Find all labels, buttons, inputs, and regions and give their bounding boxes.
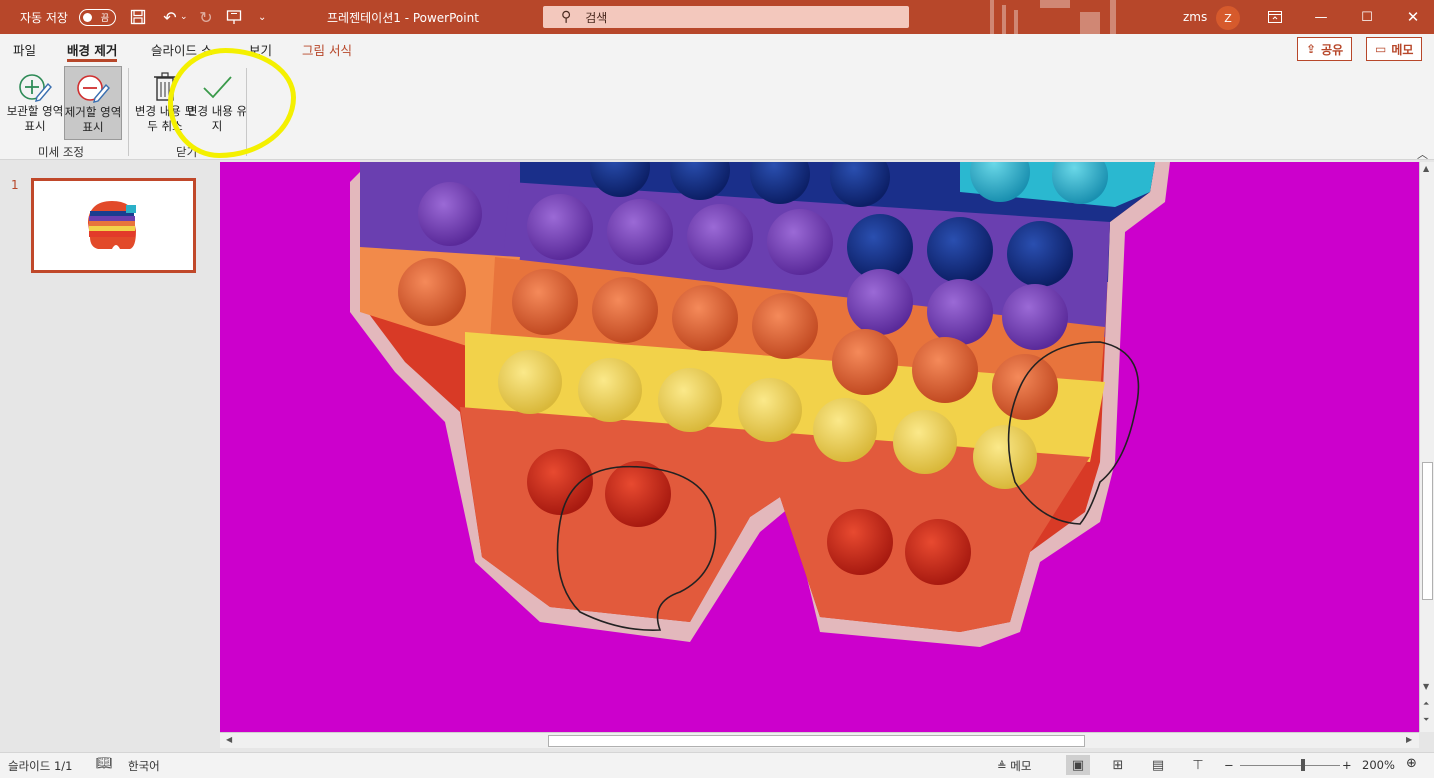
close-icon[interactable]: ✕ — [1390, 0, 1434, 34]
avatar[interactable]: Z — [1216, 6, 1240, 30]
horizontal-scrollbar[interactable]: ◀ ▶ — [220, 732, 1419, 748]
slide-canvas[interactable] — [220, 162, 1419, 732]
scroll-right-icon[interactable]: ▶ — [1406, 735, 1412, 744]
search-placeholder: 검색 — [585, 10, 608, 25]
collapse-ribbon-icon[interactable]: ︿ — [1417, 146, 1428, 162]
notes-icon: ≜ — [997, 759, 1007, 773]
customize-icon[interactable]: ⌄ — [258, 0, 266, 34]
mark-keep-icon — [19, 74, 52, 102]
zoom-slider[interactable] — [1240, 765, 1340, 766]
document-title: 프레젠테이션1 - PowerPoint — [327, 10, 479, 25]
autosave-toggle[interactable]: 끔 — [79, 0, 116, 34]
tab-remove-background[interactable]: 배경 제거 — [67, 40, 118, 62]
slide-thumbnail[interactable] — [31, 178, 196, 273]
mark-keep-label: 보관할 영역 표시 — [6, 104, 64, 133]
tab-file[interactable]: 파일 — [13, 40, 36, 62]
user-name[interactable]: zms — [1183, 0, 1207, 34]
fit-to-window-icon[interactable]: ⊕ — [1406, 756, 1417, 771]
undo-icon[interactable]: ↶ — [158, 0, 182, 34]
share-icon: ⇪ — [1306, 42, 1317, 56]
group-label-refine: 미세 조정 — [38, 145, 84, 159]
ribbon-tabs: 파일 배경 제거 슬라이드 쇼 보기 그림 서식 ⇪ 공유 ▭ 메모 — [0, 34, 1434, 64]
title-bar: 자동 저장 끔 ↶ ⌄ ↻ ⌄ 프레젠테이션1 - PowerPoint ⚲ 검… — [0, 0, 1434, 34]
autosave-state: 끔 — [100, 13, 109, 24]
memo-label: 메모 — [1391, 42, 1414, 57]
group-label-close: 닫기 — [176, 145, 198, 159]
scroll-up-icon[interactable]: ▲ — [1423, 164, 1429, 173]
present-icon[interactable] — [222, 0, 246, 34]
slide-editor: ▲ ▼ ⏶ ⏷ ◀ ▶ — [219, 162, 1434, 752]
memo-button[interactable]: ▭ 메모 — [1366, 37, 1423, 61]
ribbon: 보관할 영역 표시 제거할 영역 표시 변경 내용 모두 취소 변경 내용 유지… — [0, 64, 1434, 162]
vertical-scroll-thumb[interactable] — [1422, 462, 1433, 600]
zoom-in-icon[interactable]: + — [1342, 758, 1352, 772]
zoom-slider-knob[interactable] — [1301, 759, 1305, 771]
scroll-down-icon[interactable]: ▼ — [1423, 682, 1429, 691]
group-separator — [128, 68, 129, 156]
pop-it-image[interactable] — [220, 162, 1419, 732]
decorative-pattern — [990, 0, 1116, 34]
search-icon: ⚲ — [561, 9, 572, 25]
mark-remove-label: 제거할 영역 표시 — [64, 105, 122, 134]
mark-remove-icon — [77, 75, 110, 103]
minimize-icon[interactable]: — — [1298, 0, 1344, 34]
group-separator — [246, 68, 247, 156]
slide-sorter-icon[interactable]: ⊞ — [1106, 755, 1130, 775]
status-bar: 슬라이드 1/1 📖︎ 한국어 ≜ 메모 ▣ ⊞ ▤ ⊤ − + 200% ⊕ — [0, 752, 1434, 778]
ribbon-display-icon[interactable] — [1252, 0, 1298, 34]
maximize-icon[interactable]: ☐ — [1344, 0, 1390, 34]
horizontal-scroll-thumb[interactable] — [548, 735, 1085, 747]
slide-number: 1 — [11, 178, 19, 192]
keep-changes-button[interactable]: 변경 내용 유지 — [186, 66, 248, 140]
share-label: 공유 — [1321, 42, 1344, 57]
slideshow-view-icon[interactable]: ⊤ — [1186, 755, 1210, 775]
search-box[interactable]: ⚲ 검색 — [543, 6, 909, 28]
slide-thumbnail-panel: 1 — [0, 162, 219, 752]
slide-thumbnail-image — [88, 201, 136, 249]
trash-icon — [154, 72, 176, 101]
tab-slide-show[interactable]: 슬라이드 쇼 — [151, 40, 212, 62]
mark-keep-button[interactable]: 보관할 영역 표시 — [6, 66, 64, 140]
save-icon[interactable] — [126, 0, 150, 34]
undo-dropdown-icon[interactable]: ⌄ — [180, 0, 188, 34]
notes-label: 메모 — [1010, 759, 1032, 773]
checkmark-icon — [203, 76, 232, 99]
mark-remove-button[interactable]: 제거할 영역 표시 — [64, 66, 122, 140]
previous-slide-icon[interactable]: ⏶ — [1423, 699, 1429, 709]
zoom-out-icon[interactable]: − — [1224, 758, 1234, 772]
tab-picture-format[interactable]: 그림 서식 — [302, 40, 352, 62]
zoom-level[interactable]: 200% — [1362, 758, 1395, 772]
redo-icon[interactable]: ↻ — [194, 0, 218, 34]
autosave-label: 자동 저장 — [20, 10, 68, 25]
accessibility-icon[interactable]: 📖︎ — [96, 756, 113, 771]
reading-view-icon[interactable]: ▤ — [1146, 755, 1170, 775]
vertical-scrollbar[interactable]: ▲ ▼ ⏶ ⏷ — [1419, 162, 1434, 732]
slide-info: 슬라이드 1/1 — [8, 759, 73, 773]
scroll-left-icon[interactable]: ◀ — [226, 735, 232, 744]
tab-view[interactable]: 보기 — [249, 40, 272, 62]
share-button[interactable]: ⇪ 공유 — [1297, 37, 1353, 61]
comment-icon: ▭ — [1375, 42, 1387, 56]
language[interactable]: 한국어 — [128, 758, 160, 774]
normal-view-icon[interactable]: ▣ — [1066, 755, 1090, 775]
notes-button[interactable]: ≜ 메모 — [997, 758, 1031, 774]
next-slide-icon[interactable]: ⏷ — [1423, 715, 1429, 725]
keep-changes-label: 변경 내용 유지 — [186, 104, 248, 133]
